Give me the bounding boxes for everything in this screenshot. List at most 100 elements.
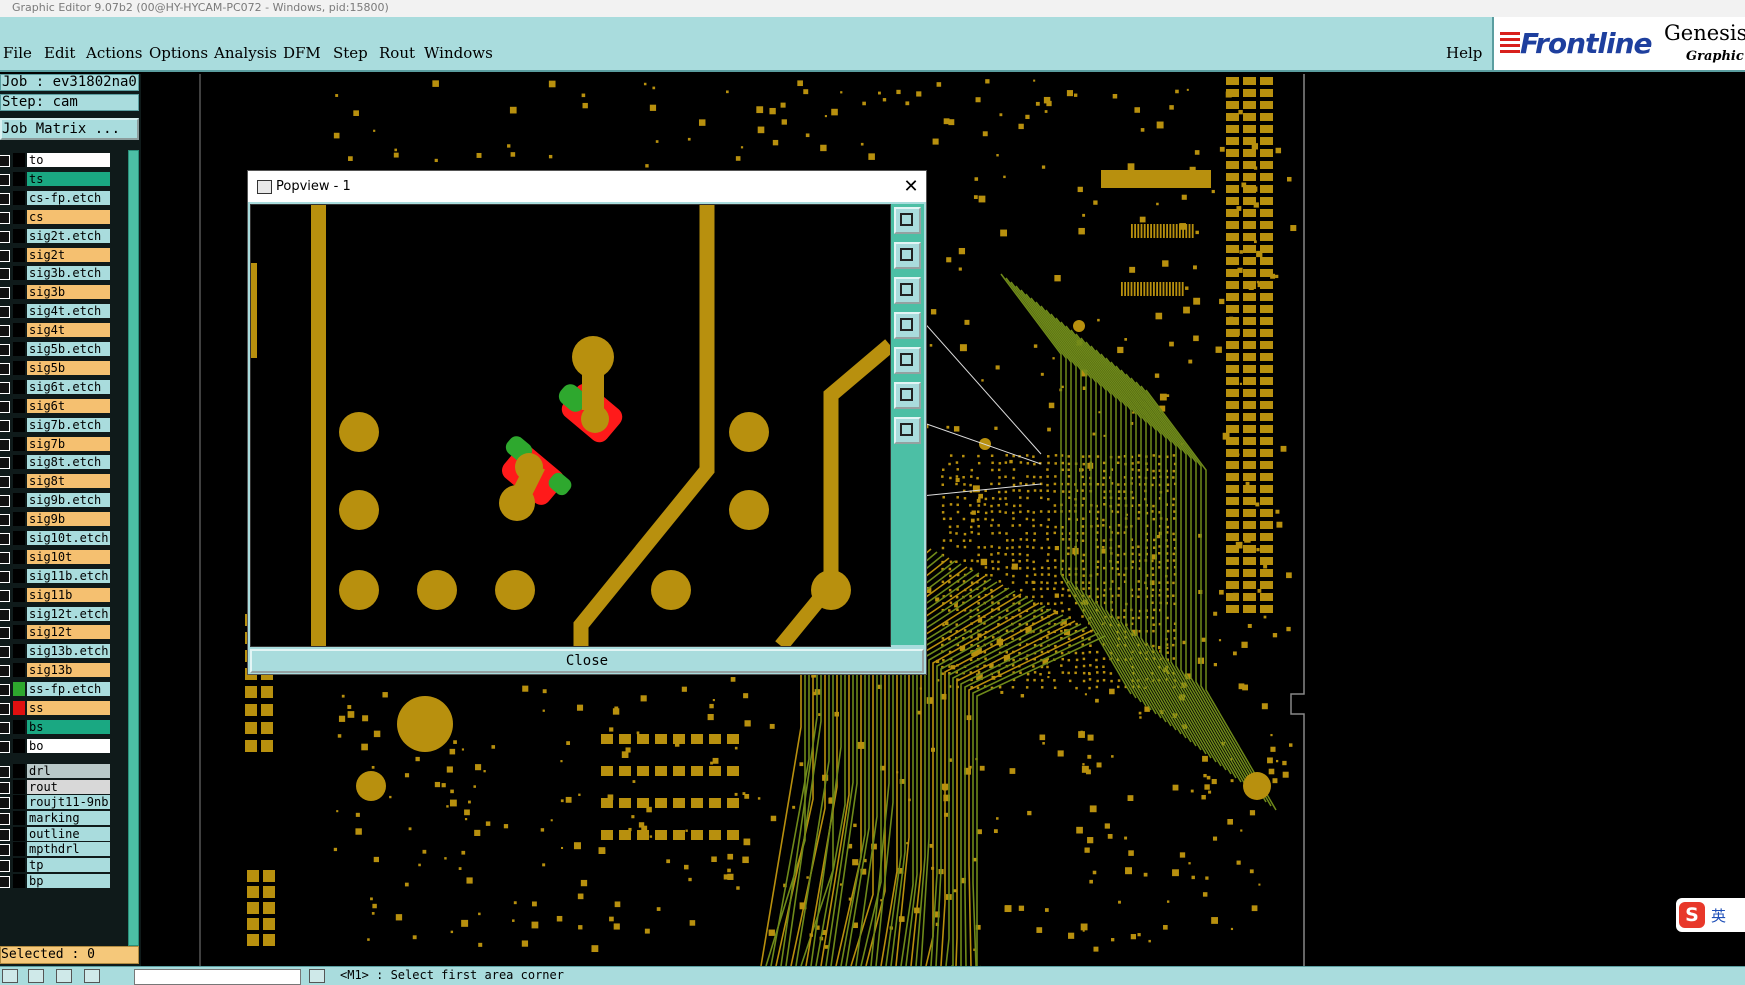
layer-row[interactable]: sig2t [0,247,128,263]
pan-up-tool[interactable] [894,242,921,269]
layer-checkbox[interactable] [0,514,10,526]
layer-color-swatch[interactable] [13,588,25,602]
layer-checkbox[interactable] [0,420,10,432]
layer-checkbox[interactable] [0,876,10,888]
layer-color-swatch[interactable] [13,827,25,841]
menu-dfm[interactable]: DFM [283,44,321,62]
layer-color-swatch[interactable] [13,248,25,262]
layer-name[interactable]: marking [27,811,110,825]
layer-row[interactable]: cs [0,209,128,225]
layer-row[interactable]: ts [0,171,128,187]
layer-name[interactable]: cs-fp.etch [27,191,110,205]
layer-row[interactable]: bo [0,738,128,754]
zoom-in-tool[interactable] [894,382,921,409]
status-tool-button[interactable] [2,969,18,983]
layer-name[interactable]: sig10t [27,550,110,564]
layer-row[interactable]: sig10t [0,549,128,565]
layer-name[interactable]: ts [27,172,110,186]
layer-color-swatch[interactable] [13,625,25,639]
layer-row[interactable]: sig4t [0,322,128,338]
layer-checkbox[interactable] [0,766,10,778]
layer-name[interactable]: bo [27,739,110,753]
zoom-out-tool[interactable] [894,417,921,444]
layer-name[interactable]: sig6t.etch [27,380,110,394]
layer-checkbox[interactable] [0,457,10,469]
layer-color-swatch[interactable] [13,842,25,856]
menu-file[interactable]: File [3,44,32,62]
layer-name[interactable]: mpthdrl [27,842,110,856]
status-tool-button[interactable] [28,969,44,983]
layer-row[interactable]: sig3b [0,284,128,300]
layer-color-swatch[interactable] [13,720,25,734]
layer-color-swatch[interactable] [13,874,25,888]
ime-indicator[interactable]: S 英 [1676,898,1745,932]
layer-checkbox[interactable] [0,552,10,564]
layer-color-swatch[interactable] [13,285,25,299]
layer-name[interactable]: sig2t [27,248,110,262]
layer-row[interactable]: ss-fp.etch [0,681,128,697]
layer-row[interactable]: drl [0,763,128,779]
layer-row[interactable]: marking [0,810,128,826]
layer-name[interactable]: sig5b [27,361,110,375]
layer-color-swatch[interactable] [13,399,25,413]
layer-checkbox[interactable] [0,646,10,658]
layer-checkbox[interactable] [0,231,10,243]
layer-row[interactable]: sig7b [0,436,128,452]
layer-row[interactable]: mpthdrl [0,841,128,857]
layer-color-swatch[interactable] [13,682,25,696]
layer-checkbox[interactable] [0,287,10,299]
layer-row[interactable]: roujt11-9nb [0,794,128,810]
layer-color-swatch[interactable] [13,380,25,394]
menu-analysis[interactable]: Analysis [214,44,277,62]
layer-color-swatch[interactable] [13,531,25,545]
layer-name[interactable]: sig13b.etch [27,644,110,658]
job-matrix-button[interactable]: Job Matrix ... [0,118,139,140]
layer-row[interactable]: rout [0,779,128,795]
pan-left-tool[interactable] [894,312,921,339]
layer-checkbox[interactable] [0,844,10,856]
layer-name[interactable]: cs [27,210,110,224]
layer-row[interactable]: sig13b.etch [0,643,128,659]
layer-color-swatch[interactable] [13,418,25,432]
layer-color-swatch[interactable] [13,437,25,451]
menu-actions[interactable]: Actions [86,44,142,62]
layer-color-swatch[interactable] [13,858,25,872]
layer-color-swatch[interactable] [13,304,25,318]
layer-checkbox[interactable] [0,495,10,507]
layer-name[interactable]: sig5b.etch [27,342,110,356]
popview-canvas[interactable] [250,204,891,647]
layer-checkbox[interactable] [0,155,10,167]
layer-row[interactable]: sig12t.etch [0,606,128,622]
layer-name[interactable]: sig9b.etch [27,493,110,507]
layer-name[interactable]: sig11b [27,588,110,602]
menu-help[interactable]: Help [1446,44,1482,62]
layer-color-swatch[interactable] [13,153,25,167]
layer-name[interactable]: sig4t.etch [27,304,110,318]
layer-name[interactable]: bs [27,720,110,734]
layer-checkbox[interactable] [0,382,10,394]
status-tool-button[interactable] [309,969,325,983]
layer-name[interactable]: sig9b [27,512,110,526]
layer-name[interactable]: sig7b [27,437,110,451]
layer-checkbox[interactable] [0,722,10,734]
layer-name[interactable]: rout [27,780,110,794]
layer-checkbox[interactable] [0,797,10,809]
layer-checkbox[interactable] [0,609,10,621]
layer-row[interactable]: sig11b.etch [0,568,128,584]
layer-checkbox[interactable] [0,268,10,280]
layer-checkbox[interactable] [0,533,10,545]
popview-close-button[interactable]: Close [250,649,924,673]
layer-row[interactable]: sig2t.etch [0,228,128,244]
layer-color-swatch[interactable] [13,512,25,526]
layer-checkbox[interactable] [0,193,10,205]
layer-row[interactable]: sig6t.etch [0,379,128,395]
layer-color-swatch[interactable] [13,342,25,356]
layer-checkbox[interactable] [0,363,10,375]
layer-color-swatch[interactable] [13,550,25,564]
layer-color-swatch[interactable] [13,191,25,205]
layer-color-swatch[interactable] [13,229,25,243]
layer-checkbox[interactable] [0,174,10,186]
menu-edit[interactable]: Edit [44,44,75,62]
layer-name[interactable]: outline [27,827,110,841]
layer-row[interactable]: sig9b [0,511,128,527]
